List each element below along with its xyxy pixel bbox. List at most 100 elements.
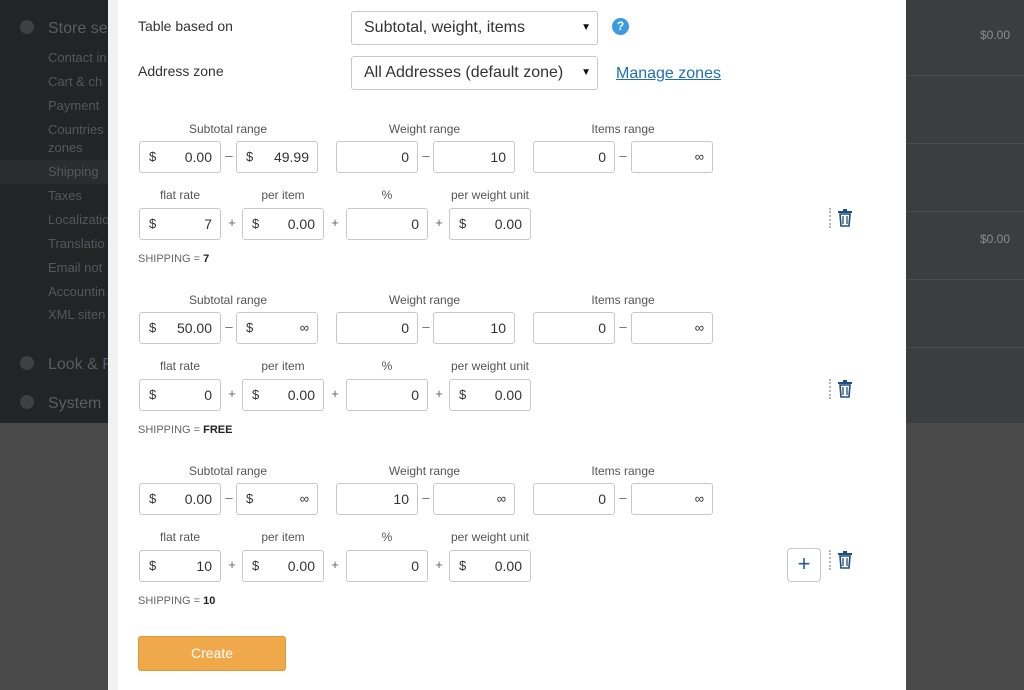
subtotal-range-header: Subtotal range <box>188 122 268 136</box>
percent-input[interactable]: 0 <box>346 208 428 240</box>
subtotal-from-input-value: 50.00 <box>176 320 212 336</box>
create-button[interactable]: Create <box>138 636 286 671</box>
manage-zones-link[interactable]: Manage zones <box>616 65 721 83</box>
items-to-input-value: ∞ <box>694 149 704 164</box>
subtotal-from-input[interactable]: $0.00 <box>139 483 221 515</box>
flat-rate-input-value: 7 <box>204 216 212 232</box>
trash-icon[interactable] <box>837 209 853 227</box>
subtotal-from-input[interactable]: $50.00 <box>139 312 221 344</box>
per-weight-unit-input[interactable]: $0.00 <box>449 208 531 240</box>
per-item-header: per item <box>261 188 305 202</box>
address-zone-select[interactable]: All Addresses (default zone) ▼ <box>351 56 598 90</box>
shipping-result: SHIPPING = FREE <box>138 424 232 436</box>
per-item-input[interactable]: $0.00 <box>242 208 324 240</box>
plus-sign: + <box>228 215 236 230</box>
per-weight-unit-input[interactable]: $0.00 <box>449 379 531 411</box>
plus-sign: + <box>331 557 339 572</box>
sidebar-item: Accountin <box>48 284 106 299</box>
weight-to-input[interactable]: 10 <box>433 312 515 344</box>
subtotal-from-input[interactable]: $0.00 <box>139 141 221 173</box>
subtotal-to-input[interactable]: $ ∞ <box>236 483 318 515</box>
currency-symbol: $ <box>459 387 467 402</box>
currency-symbol: $ <box>252 558 260 573</box>
flat-rate-input-value: 10 <box>196 558 212 574</box>
help-icon[interactable]: ? <box>612 18 629 35</box>
per-item-input[interactable]: $0.00 <box>242 550 324 582</box>
currency-symbol: $ <box>246 320 254 335</box>
weight-from-input-value: 10 <box>393 491 409 507</box>
table-based-on-label: Table based on <box>138 18 233 34</box>
background-list: $0.00 $0.00 <box>906 0 1024 423</box>
plus-sign: + <box>228 386 236 401</box>
items-range-header: Items range <box>591 122 655 136</box>
plus-sign: + <box>435 215 443 230</box>
percent-input-value: 0 <box>411 387 419 403</box>
weight-from-input[interactable]: 10 <box>336 483 418 515</box>
subtotal-to-input[interactable]: $ ∞ <box>236 312 318 344</box>
background-row <box>906 76 1024 144</box>
weight-to-input[interactable]: ∞ <box>433 483 515 515</box>
weight-range-header: Weight range <box>388 122 461 136</box>
shipping-result-value: FREE <box>203 424 233 436</box>
items-from-input[interactable]: 0 <box>533 483 615 515</box>
sidebar-item: Translatio <box>48 236 105 251</box>
items-to-input[interactable]: ∞ <box>631 312 713 344</box>
per-weight-unit-input-value: 0.00 <box>494 387 522 403</box>
subtotal-range-header: Subtotal range <box>188 464 268 478</box>
sidebar-item: Payment <box>48 98 100 113</box>
currency-symbol: $ <box>459 558 467 573</box>
drag-handle[interactable] <box>829 550 831 570</box>
currency-symbol: $ <box>149 320 157 335</box>
drag-handle[interactable] <box>829 379 831 399</box>
flat-rate-header: flat rate <box>159 530 201 544</box>
plus-sign: + <box>435 557 443 572</box>
trash-icon[interactable] <box>837 551 853 569</box>
flat-rate-input[interactable]: $0 <box>139 379 221 411</box>
percent-input[interactable]: 0 <box>346 379 428 411</box>
background-row <box>906 280 1024 348</box>
currency-symbol: $ <box>149 491 157 506</box>
table-based-on-select[interactable]: Subtotal, weight, items ▼ <box>351 11 598 45</box>
per-item-input-value: 0.00 <box>287 387 315 403</box>
weight-to-input[interactable]: 10 <box>433 141 515 173</box>
percent-header: % <box>381 530 393 544</box>
background-row: $0.00 <box>906 8 1024 76</box>
weight-from-input[interactable]: 0 <box>336 141 418 173</box>
shipping-table-modal <box>118 0 906 690</box>
currency-symbol: $ <box>459 216 467 231</box>
weight-from-input[interactable]: 0 <box>336 312 418 344</box>
shipping-result: SHIPPING = 10 <box>138 595 215 607</box>
items-to-input[interactable]: ∞ <box>631 483 713 515</box>
brush-icon <box>20 356 34 370</box>
subtotal-from-input-value: 0.00 <box>184 149 212 165</box>
flat-rate-input[interactable]: $10 <box>139 550 221 582</box>
background-row <box>906 144 1024 212</box>
weight-from-input-value: 0 <box>401 320 409 336</box>
add-row-button[interactable]: + <box>787 548 821 582</box>
items-from-input-value: 0 <box>598 491 606 507</box>
per-item-header: per item <box>261 359 305 373</box>
trash-icon[interactable] <box>837 380 853 398</box>
shipping-result-value: 7 <box>203 253 210 265</box>
subtotal-to-input-value: ∞ <box>299 491 309 506</box>
per-item-input[interactable]: $0.00 <box>242 379 324 411</box>
weight-to-input-value: ∞ <box>496 491 506 506</box>
flat-rate-header: flat rate <box>159 359 201 373</box>
dropdown-arrow-icon: ▼ <box>581 22 591 33</box>
flat-rate-input-value: 0 <box>204 387 212 403</box>
items-to-input[interactable]: ∞ <box>631 141 713 173</box>
per-weight-unit-input[interactable]: $0.00 <box>449 550 531 582</box>
currency-symbol: $ <box>246 491 254 506</box>
per-weight-unit-input-value: 0.00 <box>494 558 522 574</box>
range-separator: – <box>225 319 233 334</box>
drag-handle[interactable] <box>829 208 831 228</box>
modal-edge <box>108 0 118 690</box>
items-from-input[interactable]: 0 <box>533 312 615 344</box>
subtotal-to-input[interactable]: $49.99 <box>236 141 318 173</box>
items-range-header: Items range <box>591 464 655 478</box>
percent-input[interactable]: 0 <box>346 550 428 582</box>
flat-rate-input[interactable]: $7 <box>139 208 221 240</box>
items-from-input-value: 0 <box>598 149 606 165</box>
items-from-input[interactable]: 0 <box>533 141 615 173</box>
gear-icon <box>20 395 34 409</box>
